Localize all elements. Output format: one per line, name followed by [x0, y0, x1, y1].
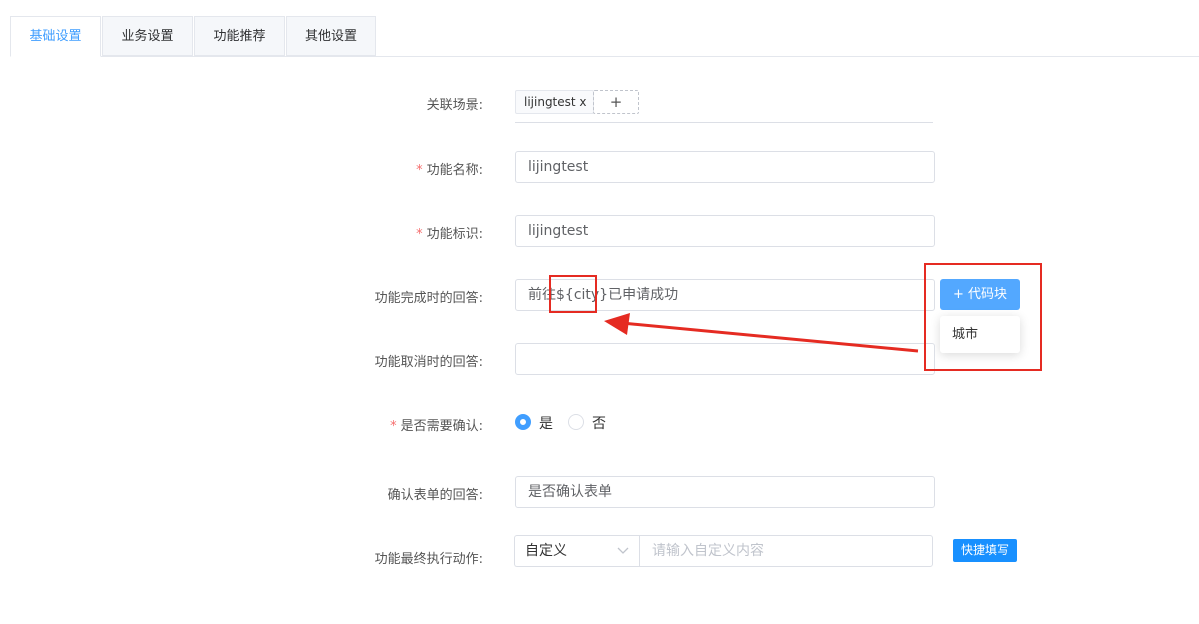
annotation-arrow	[604, 313, 919, 353]
